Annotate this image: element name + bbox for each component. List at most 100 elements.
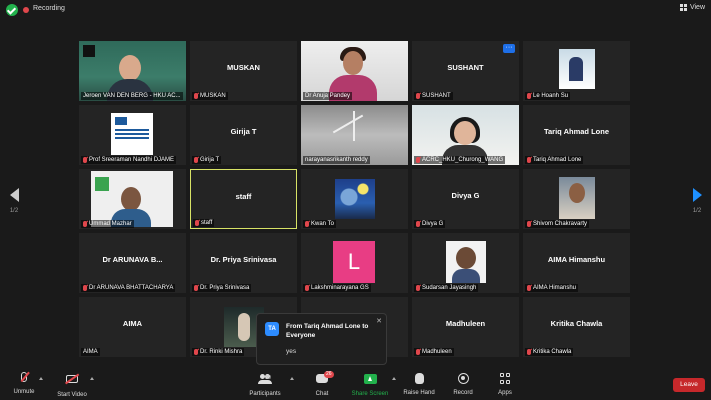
profile-picture [111,113,153,155]
participant-tile[interactable]: Sudarsan Jayasingh [412,233,519,293]
participant-tile[interactable]: AIMA AIMA [79,297,186,357]
sender-avatar: TA [265,322,279,336]
participant-face [343,51,363,75]
participant-name: MUSKAN [192,92,228,100]
participant-tile[interactable]: Le Hoanh Su [523,41,630,101]
participant-display-name: Tariq Ahmad Lone [543,127,609,136]
more-options-icon[interactable]: ··· [503,44,515,53]
record-label: Record [453,390,473,396]
participant-display-name: Dr. Priya Srinivasa [210,255,277,264]
participant-display-name: AIMA Himanshu [547,255,606,264]
participant-name: Dr. Rinki Mishra [192,348,245,356]
security-shield-icon[interactable] [6,4,18,16]
participant-tile[interactable]: ACRC_HKU_Churong_WANG [412,105,519,165]
video-content [353,111,355,141]
participant-tile[interactable]: Kritika Chawla Kritika Chawla [523,297,630,357]
participant-tile[interactable]: Ummad Mazhar [79,169,186,229]
participant-tile[interactable]: ··· SUSHANT SUSHANT [412,41,519,101]
participant-tile[interactable]: Madhuleen Madhuleen [412,297,519,357]
previous-page-button[interactable]: 1/2 [4,188,24,214]
participant-name: Shivom Chakravarty [525,220,590,228]
participant-tile[interactable]: Dr Anuja Pandey [301,41,408,101]
page-indicator-left: 1/2 [9,208,19,214]
mic-muted-icon [527,221,531,227]
participant-name: Prof Sreeraman Nandhi DJAME [81,156,177,164]
mic-muted-icon [194,93,198,99]
profile-picture [335,179,375,219]
participant-tile[interactable]: Kwan To [301,169,408,229]
participant-name: Lakshminarayana GS [303,284,371,292]
participant-tile[interactable]: Girija T Girija T [190,105,297,165]
start-video-button[interactable]: Start Video [54,372,90,398]
participant-tile[interactable]: L Lakshminarayana GS [301,233,408,293]
mic-muted-icon [527,93,531,99]
meeting-toolbar: Unmute Start Video 39 Participants 26 Ch… [0,368,711,400]
video-off-icon [66,375,78,383]
share-options-caret-icon[interactable] [392,377,396,380]
mic-muted-icon [416,349,420,355]
participant-tile[interactable]: MUSKAN MUSKAN [190,41,297,101]
participant-name: narayanasrikanth reddy [303,156,370,164]
active-speaker-tile[interactable]: staff staff [190,169,297,229]
participant-name: SUSHANT [414,92,453,100]
participant-face [119,55,141,81]
video-options-caret-icon[interactable] [90,377,94,380]
raise-hand-button[interactable]: Raise Hand [402,372,436,396]
participant-display-name: Girija T [230,127,257,136]
close-icon[interactable]: ✕ [376,317,382,325]
participant-name: Girija T [192,156,222,164]
arrow-right-icon [692,188,702,202]
profile-picture [559,49,595,89]
participant-tile[interactable]: narayanasrikanth reddy [301,105,408,165]
mic-muted-icon [194,285,198,291]
participant-tile[interactable]: Shivom Chakravarty [523,169,630,229]
participant-tile[interactable]: Divya G Divya G [412,169,519,229]
audio-options-caret-icon[interactable] [39,377,43,380]
participant-face [454,121,476,145]
participant-name: AIMA Himanshu [525,284,579,292]
mic-muted-icon [416,221,420,227]
participant-name: Dr. Priya Srinivasa [192,284,252,292]
participant-display-name: Madhuleen [445,319,486,328]
university-logo [83,45,95,57]
chat-notification[interactable]: TA From Tariq Ahmad Lone to Everyone yes… [256,313,387,365]
mic-muted-icon [195,220,199,226]
mic-muted-icon [194,349,198,355]
chat-button[interactable]: 26 Chat [308,371,336,397]
participant-tile[interactable]: Jeroen VAN DEN BERG - HKU AC... [79,41,186,101]
participant-name: AIMA [81,348,100,356]
participants-button[interactable]: 39 Participants [246,372,284,397]
participant-display-name: AIMA [122,319,143,328]
participant-tile[interactable]: AIMA Himanshu AIMA Himanshu [523,233,630,293]
participant-display-name: MUSKAN [227,63,260,72]
view-button[interactable]: View [679,4,705,11]
participant-tile[interactable]: Tariq Ahmad Lone Tariq Ahmad Lone [523,105,630,165]
share-screen-button[interactable]: Share Screen [350,372,390,397]
participant-tile[interactable]: Dr. Priya Srinivasa Dr. Priya Srinivasa [190,233,297,293]
mic-muted-icon [416,285,420,291]
unmute-button[interactable]: Unmute [10,372,38,395]
share-screen-label: Share Screen [351,391,389,397]
participant-name: Dr ARUNAVA BHATTACHARYA [81,284,176,292]
record-button[interactable]: Record [450,372,476,396]
page-indicator-right: 1/2 [692,208,702,214]
mic-muted-icon [83,221,87,227]
recording-label: Recording [33,5,65,12]
raise-hand-label: Raise Hand [403,390,435,396]
mic-muted-icon [527,157,531,163]
participant-tile[interactable]: Dr ARUNAVA B... Dr ARUNAVA BHATTACHARYA [79,233,186,293]
participant-name: Madhuleen [414,348,454,356]
next-page-button[interactable]: 1/2 [687,188,707,214]
start-video-label: Start Video [57,392,87,398]
arrow-left-icon [9,188,19,202]
mic-muted-icon [416,93,420,99]
leave-button[interactable]: Leave [673,378,705,392]
apps-button[interactable]: Apps [494,372,516,396]
chat-sender: From Tariq Ahmad Lone to Everyone [286,323,369,339]
top-bar: Recording View [0,0,711,22]
participant-tile[interactable]: Prof Sreeraman Nandhi DJAME [79,105,186,165]
apps-label: Apps [498,390,512,396]
participants-caret-icon[interactable] [290,377,294,380]
mic-muted-icon [527,285,531,291]
apps-icon [499,373,511,384]
